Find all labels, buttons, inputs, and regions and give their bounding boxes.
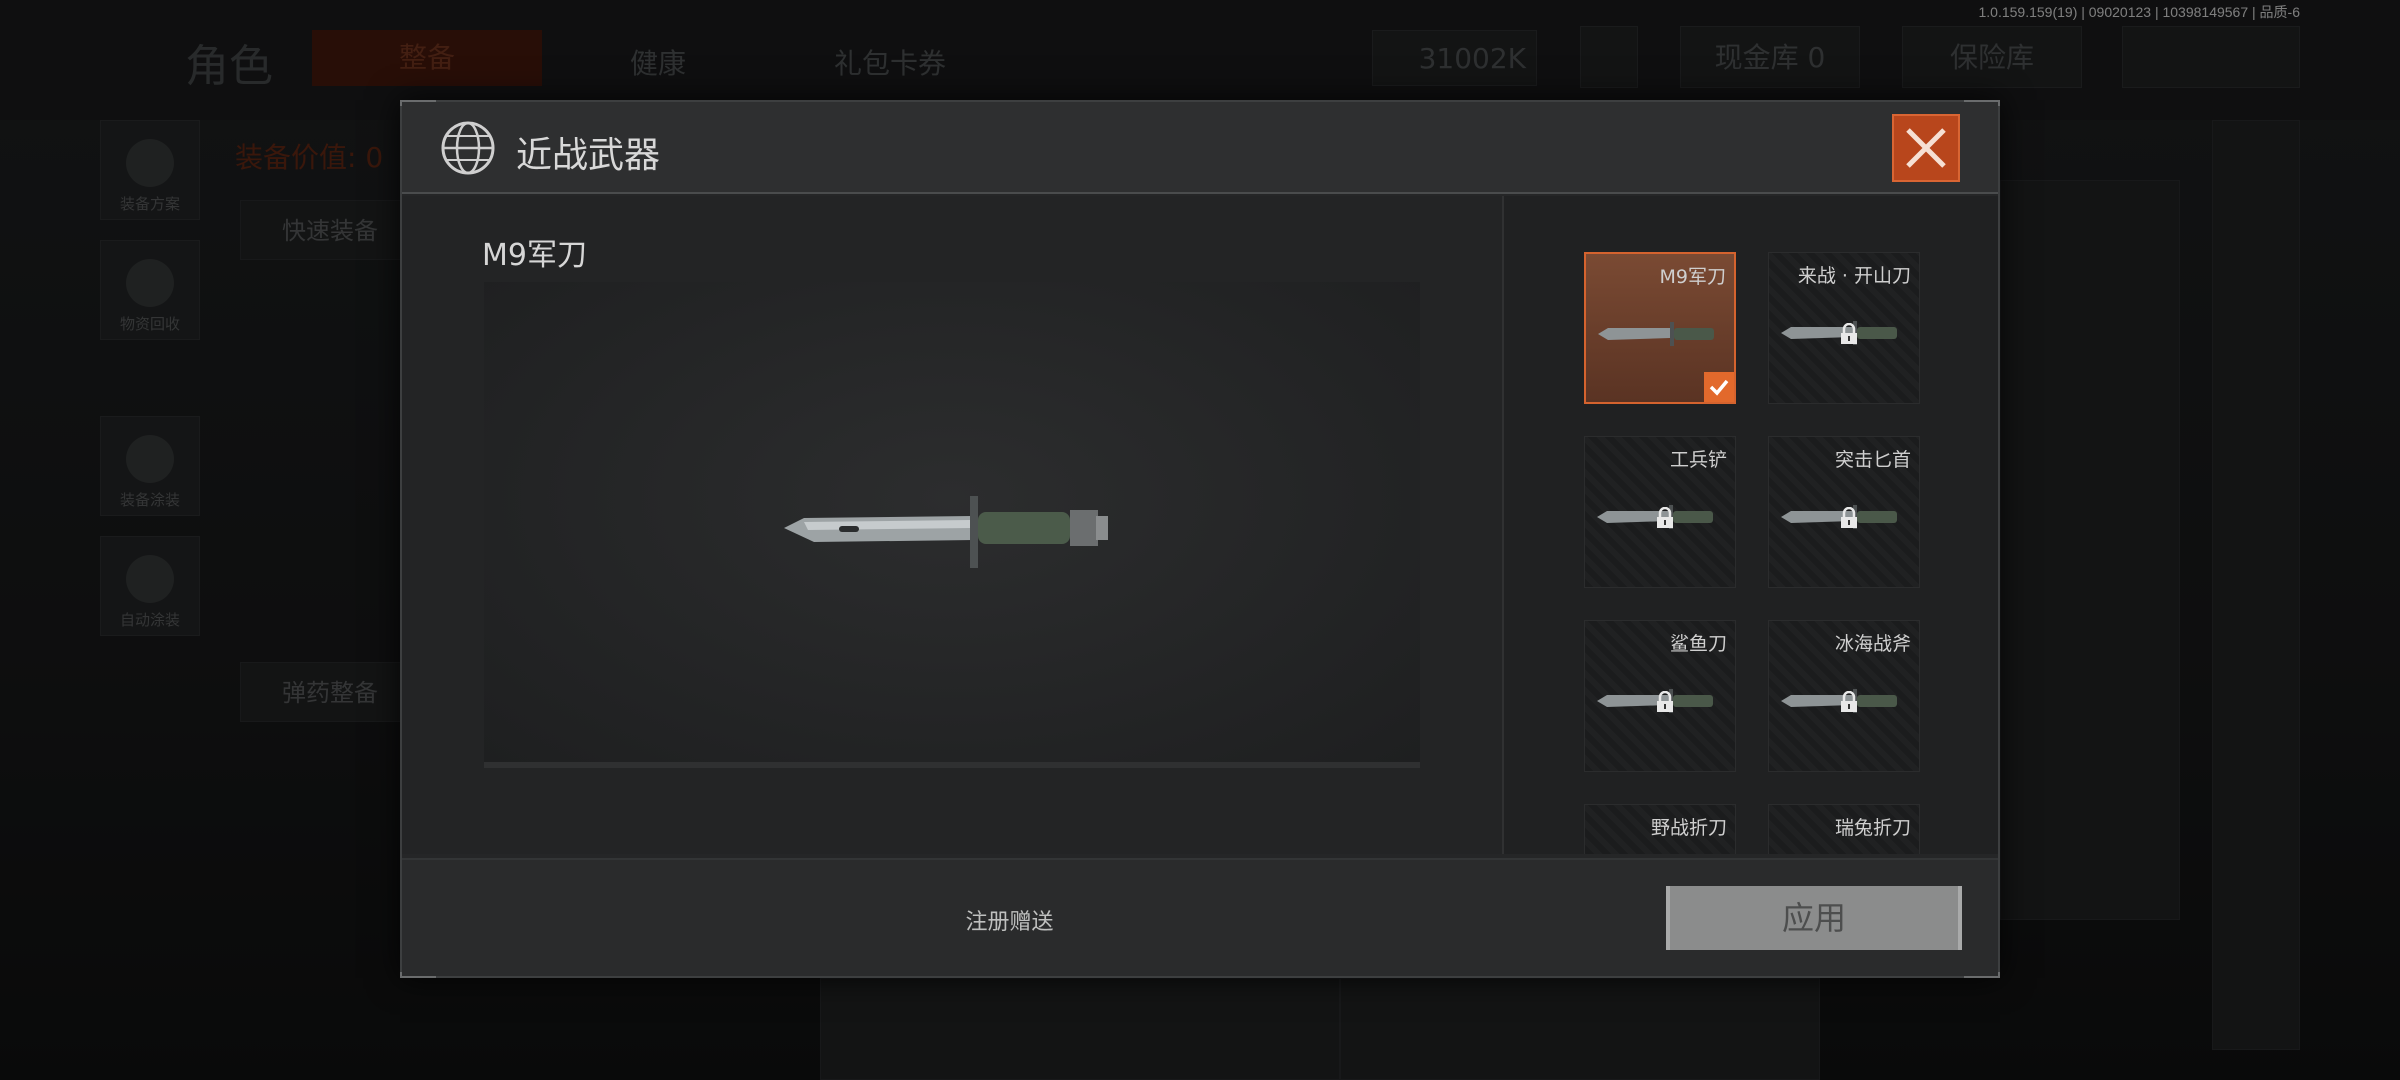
globe-icon: [441, 121, 495, 175]
lock-icon: [1841, 507, 1857, 528]
selected-weapon-name: M9军刀: [482, 238, 587, 273]
weapon-card-name: M9军刀: [1659, 266, 1726, 288]
apply-button[interactable]: 应用: [1666, 886, 1962, 950]
weapon-card-name: 瑞兔折刀: [1834, 817, 1911, 839]
lock-icon: [1841, 691, 1857, 712]
weapon-grid[interactable]: M9军刀 来战 · 开山刀工兵铲 突击匕首鲨鱼刀 冰海战斧野战折刀 瑞兔折刀: [1502, 196, 1998, 854]
weapon-card-name: 突击匕首: [1834, 449, 1911, 471]
close-button[interactable]: [1892, 114, 1960, 182]
weapon-card-name: 野战折刀: [1650, 817, 1727, 839]
weapon-card[interactable]: 鲨鱼刀: [1584, 620, 1736, 772]
lock-icon: [1657, 691, 1673, 712]
weapon-card[interactable]: 来战 · 开山刀: [1768, 252, 1920, 404]
dialog-title: 近战武器: [516, 135, 661, 176]
weapon-card-name: 鲨鱼刀: [1669, 633, 1727, 655]
weapon-card[interactable]: 冰海战斧: [1768, 620, 1920, 772]
close-icon: [1906, 128, 1946, 168]
weapon-card[interactable]: 瑞兔折刀: [1768, 804, 1920, 854]
lock-icon: [1657, 507, 1673, 528]
weapon-card[interactable]: 野战折刀: [1584, 804, 1736, 854]
weapon-card[interactable]: 工兵铲: [1584, 436, 1736, 588]
weapon-thumbnail: [1598, 322, 1714, 346]
weapon-preview[interactable]: [484, 282, 1420, 768]
melee-weapon-dialog: 近战武器 M9军刀 M9军刀 来战 · 开山刀 工兵铲 突击匕首 鲨鱼刀 冰海战斧 野战折刀…: [400, 100, 2000, 978]
lock-icon: [1841, 323, 1857, 344]
weapon-card[interactable]: M9军刀: [1584, 252, 1736, 404]
weapon-card-name: 冰海战斧: [1834, 633, 1911, 655]
reward-source-label: 注册赠送: [965, 910, 1054, 935]
weapon-card-name: 来战 · 开山刀: [1797, 265, 1911, 287]
dialog-footer: 注册赠送 应用: [402, 858, 1998, 976]
weapon-card[interactable]: 突击匕首: [1768, 436, 1920, 588]
dialog-header: 近战武器: [402, 102, 1998, 194]
check-icon: [1704, 372, 1734, 402]
bayonet-knife-image: [784, 496, 1108, 568]
weapon-card-name: 工兵铲: [1669, 449, 1727, 471]
